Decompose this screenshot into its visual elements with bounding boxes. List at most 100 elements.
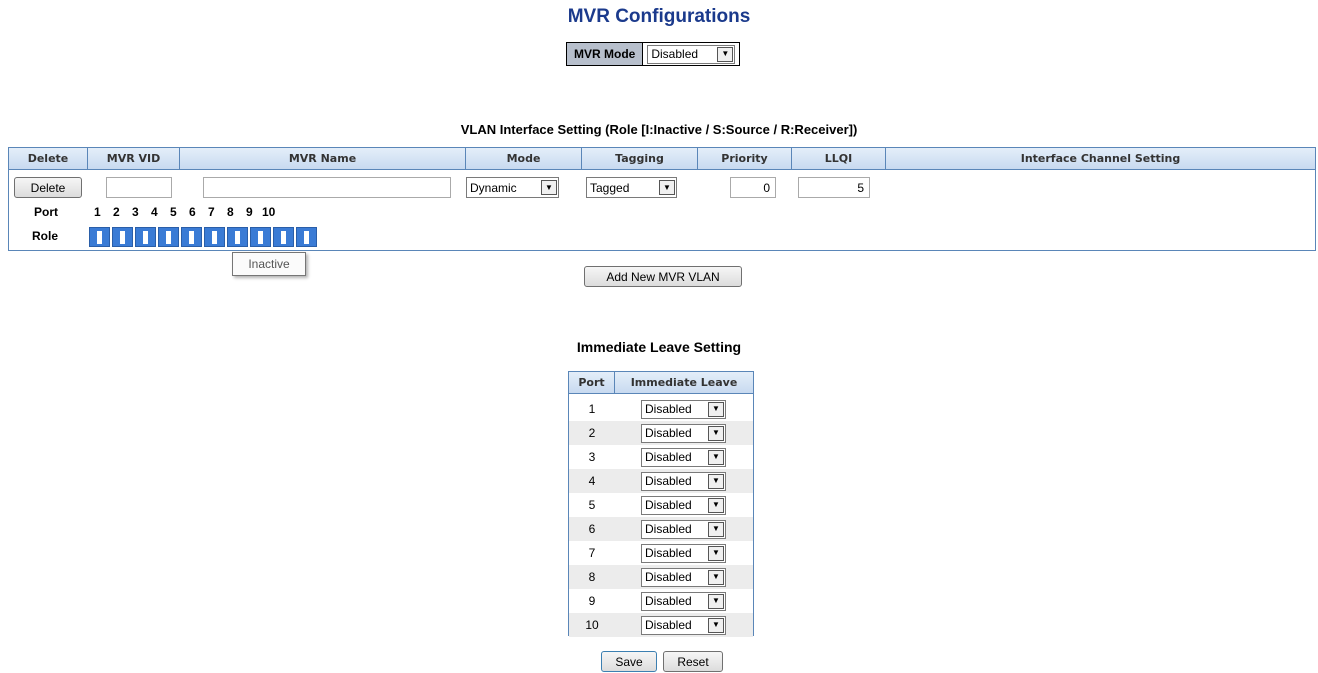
role-toggle-port-3[interactable] (135, 227, 156, 247)
row-port: 5 (588, 498, 596, 512)
role-tooltip: Inactive (232, 252, 306, 276)
row-port: 6 (588, 522, 596, 536)
port-number: 9 (246, 205, 253, 219)
immediate-leave-select[interactable]: Disabled ▼ (641, 423, 726, 443)
chevron-down-icon: ▼ (659, 180, 675, 195)
chevron-down-icon: ▼ (541, 180, 557, 195)
port-number: 3 (132, 205, 139, 219)
select-value: Disabled (645, 570, 692, 584)
immediate-leave-title: Immediate Leave Setting (576, 339, 742, 355)
select-value: Disabled (645, 474, 692, 488)
port-number: 6 (189, 205, 196, 219)
immediate-leave-table: Port Immediate Leave 1 Disabled ▼ 2 Disab… (568, 371, 754, 637)
immediate-leave-select[interactable]: Disabled ▼ (641, 519, 726, 539)
header-llqi: LLQI (792, 148, 886, 169)
immediate-leave-select[interactable]: Disabled ▼ (641, 447, 726, 467)
llqi-input[interactable]: 5 (798, 177, 870, 198)
row-port: 2 (588, 426, 596, 440)
table-row: 7 Disabled ▼ (569, 541, 753, 565)
select-value: Disabled (645, 498, 692, 512)
header-immediate-leave: Immediate Leave (630, 376, 738, 389)
header-mode: Mode (466, 148, 582, 169)
table-row: 6 Disabled ▼ (569, 517, 753, 541)
port-number: 2 (113, 205, 120, 219)
table-row: 2 Disabled ▼ (569, 421, 753, 445)
mvr-mode-value: Disabled (651, 47, 699, 61)
tagging-select[interactable]: Tagged ▼ (586, 177, 677, 198)
role-toggle-port-4[interactable] (158, 227, 179, 247)
select-value: Disabled (645, 618, 692, 632)
table-row: 1 Disabled ▼ (569, 397, 753, 421)
mvr-mode-select[interactable]: Disabled ▼ (647, 44, 736, 64)
mode-select[interactable]: Dynamic ▼ (466, 177, 559, 198)
immediate-leave-select[interactable]: Disabled ▼ (641, 615, 726, 635)
role-toggle-port-6[interactable] (204, 227, 225, 247)
row-port: 8 (588, 570, 596, 584)
immediate-leave-select[interactable]: Disabled ▼ (641, 471, 726, 491)
immediate-leave-select[interactable]: Disabled ▼ (641, 543, 726, 563)
mvr-mode-box: MVR Mode Disabled ▼ (566, 42, 741, 66)
row-port: 9 (588, 594, 596, 608)
select-value: Disabled (645, 546, 692, 560)
mode-value: Dynamic (470, 180, 517, 195)
mvr-vid-input[interactable] (106, 177, 172, 198)
select-value: Disabled (645, 402, 692, 416)
port-number: 10 (262, 205, 276, 219)
table-row: 5 Disabled ▼ (569, 493, 753, 517)
immediate-leave-header: Port Immediate Leave (569, 372, 753, 394)
port-number: 8 (227, 205, 234, 219)
chevron-down-icon: ▼ (717, 46, 734, 62)
add-new-mvr-vlan-button[interactable]: Add New MVR VLAN (584, 266, 742, 287)
role-toggle-port-7[interactable] (227, 227, 248, 247)
table-row: 10 Disabled ▼ (569, 613, 753, 637)
role-toggle-port-8[interactable] (250, 227, 271, 247)
role-toggle-port-5[interactable] (181, 227, 202, 247)
delete-button[interactable]: Delete (14, 177, 82, 198)
chevron-down-icon: ▼ (708, 593, 724, 609)
header-port: Port (569, 372, 615, 393)
role-toggle-port-2[interactable] (112, 227, 133, 247)
row-port: 10 (585, 618, 599, 632)
table-row: 4 Disabled ▼ (569, 469, 753, 493)
header-interface-channel-setting: Interface Channel Setting (1020, 152, 1181, 165)
table-row: 9 Disabled ▼ (569, 589, 753, 613)
priority-input[interactable]: 0 (730, 177, 776, 198)
immediate-leave-select[interactable]: Disabled ▼ (641, 399, 726, 419)
mvr-name-input[interactable] (203, 177, 451, 198)
role-toggle-port-9[interactable] (273, 227, 294, 247)
immediate-leave-select[interactable]: Disabled ▼ (641, 495, 726, 515)
port-number: 4 (151, 205, 158, 219)
chevron-down-icon: ▼ (708, 401, 724, 417)
immediate-leave-select[interactable]: Disabled ▼ (641, 567, 726, 587)
port-number: 1 (94, 205, 101, 219)
select-value: Disabled (645, 426, 692, 440)
tagging-value: Tagged (590, 180, 630, 195)
chevron-down-icon: ▼ (708, 521, 724, 537)
row-port: 7 (588, 546, 596, 560)
header-priority: Priority (698, 148, 792, 169)
select-value: Disabled (645, 594, 692, 608)
chevron-down-icon: ▼ (708, 497, 724, 513)
role-toggle-port-1[interactable] (89, 227, 110, 247)
immediate-leave-select[interactable]: Disabled ▼ (641, 591, 726, 611)
role-toggle-port-10[interactable] (296, 227, 317, 247)
select-value: Disabled (645, 522, 692, 536)
port-number: 5 (170, 205, 177, 219)
header-mvr-vid: MVR VID (88, 148, 180, 169)
chevron-down-icon: ▼ (708, 425, 724, 441)
row-port: 3 (588, 450, 596, 464)
port-label: Port (34, 205, 58, 219)
vlan-interface-table: Delete MVR VID MVR Name Mode Tagging Pri… (8, 147, 1316, 251)
table-row: 8 Disabled ▼ (569, 565, 753, 589)
header-tagging: Tagging (582, 148, 698, 169)
chevron-down-icon: ▼ (708, 617, 724, 633)
vlan-table-header: Delete MVR VID MVR Name Mode Tagging Pri… (9, 148, 1315, 170)
vlan-section-title: VLAN Interface Setting (Role [I:Inactive… (460, 122, 858, 137)
reset-button[interactable]: Reset (663, 651, 723, 672)
select-value: Disabled (645, 450, 692, 464)
header-mvr-name: MVR Name (180, 148, 466, 169)
save-button[interactable]: Save (601, 651, 657, 672)
row-port: 4 (588, 474, 596, 488)
mvr-mode-label: MVR Mode (567, 43, 644, 65)
chevron-down-icon: ▼ (708, 545, 724, 561)
